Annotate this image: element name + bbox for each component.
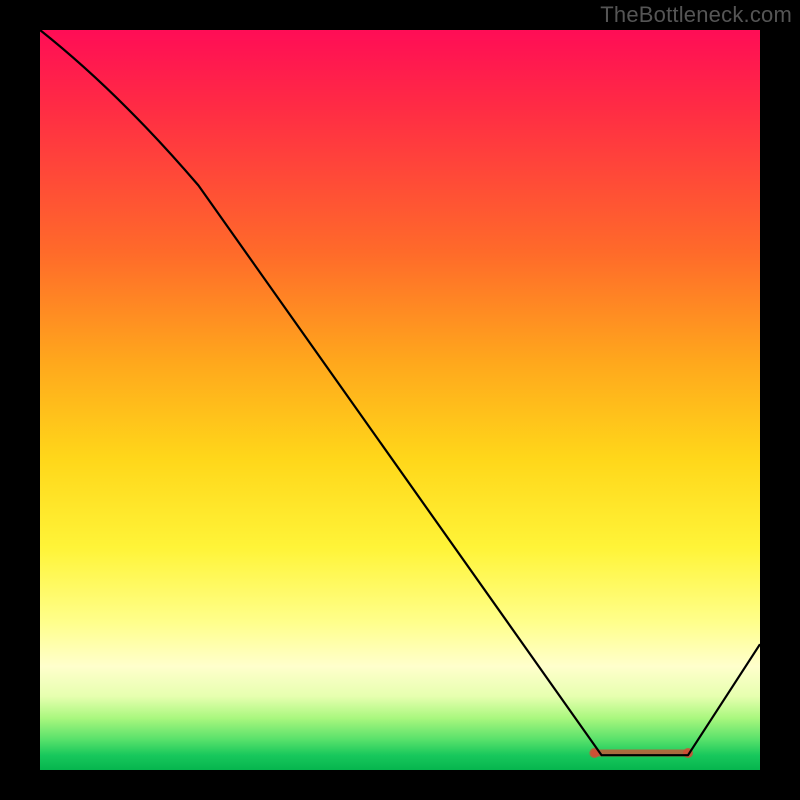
plot-area (40, 30, 760, 770)
bottleneck-curve (40, 30, 760, 755)
watermark-text: TheBottleneck.com (600, 2, 792, 28)
chart-frame: TheBottleneck.com (0, 0, 800, 800)
curve-svg (40, 30, 760, 770)
